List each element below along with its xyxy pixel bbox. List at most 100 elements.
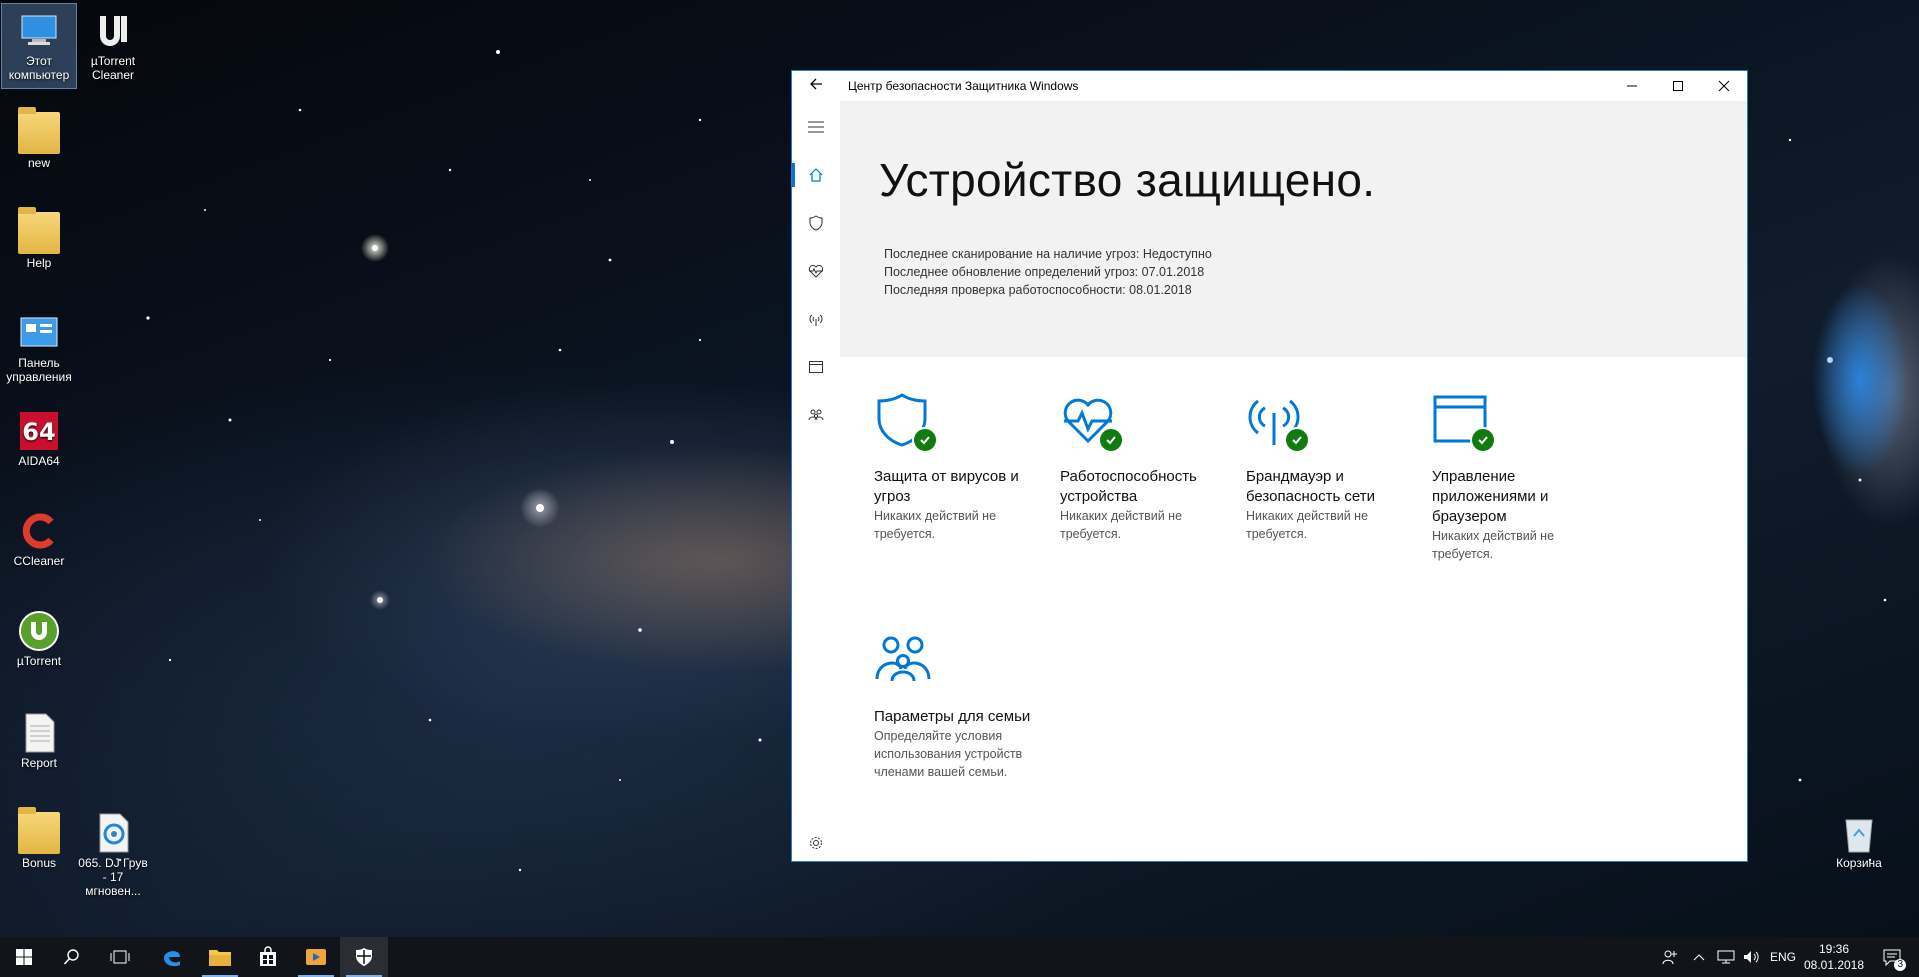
shield-icon	[874, 391, 938, 453]
desktop-icon-label: Bonus	[21, 856, 57, 870]
antenna-icon	[1246, 391, 1310, 453]
tile-description: Никаких действий не требуется.	[1246, 509, 1369, 541]
tray-network[interactable]	[1714, 937, 1738, 977]
folder-icon	[18, 807, 60, 854]
tray-volume[interactable]	[1740, 937, 1764, 977]
desktop-icon-utorrent[interactable]: µTorrent	[2, 604, 76, 668]
nav-app-browser-control[interactable]	[792, 347, 840, 387]
desktop-icon-label: new	[27, 156, 50, 170]
tile-description: Никаких действий не требуется.	[1432, 529, 1555, 561]
family-icon	[808, 409, 824, 421]
navigation-sidebar	[792, 101, 840, 861]
desktop-icon-aida64[interactable]: 64 AIDA64	[2, 404, 76, 468]
hamburger-icon	[808, 121, 824, 133]
desktop-icon-audio-file[interactable]: 065. DJ Грув - 17 мгновен...	[76, 806, 150, 898]
nav-home[interactable]	[792, 155, 840, 195]
taskbar: ENG 19:36 08.01.2018 3	[0, 937, 1919, 977]
search-button[interactable]	[48, 937, 96, 977]
document-icon	[18, 712, 60, 754]
nav-settings[interactable]	[792, 823, 840, 863]
browser-window-icon	[809, 361, 823, 373]
heart-pulse-icon	[1060, 391, 1124, 453]
shield-icon	[809, 215, 823, 231]
taskbar-media-player[interactable]	[292, 937, 340, 977]
desktop-icon-label: µTorrent	[16, 654, 62, 668]
desktop-icon-report[interactable]: Report	[2, 706, 76, 770]
desktop-icon-label: 065. DJ Грув - 17 мгновен...	[78, 856, 148, 898]
desktop-icon-ccleaner[interactable]: CCleaner	[2, 504, 76, 568]
heart-pulse-icon	[808, 264, 824, 278]
svg-text:64: 64	[22, 418, 55, 446]
gear-icon	[810, 837, 822, 849]
minimize-icon	[1627, 85, 1637, 87]
utorrent-cleaner-icon	[92, 10, 134, 52]
tile-title: Управление приложениями и браузером	[1432, 468, 1549, 525]
close-button[interactable]	[1701, 71, 1747, 101]
arrow-left-icon	[810, 78, 822, 89]
title-bar: Центр безопасности Защитника Windows	[792, 71, 1747, 101]
start-button[interactable]	[0, 937, 48, 977]
tile-title: Брандмауэр и безопасность сети	[1246, 468, 1376, 505]
close-icon	[1718, 80, 1730, 92]
desktop-icon-label: AIDA64	[18, 454, 60, 468]
clock-date: 08.01.2018	[1803, 958, 1865, 972]
desktop-icon-new[interactable]: new	[2, 106, 76, 170]
taskbar-file-explorer[interactable]	[196, 937, 244, 977]
control-panel-icon	[18, 312, 60, 354]
tray-clock[interactable]: 19:36 08.01.2018	[1800, 941, 1868, 973]
tray-show-hidden-icons[interactable]	[1688, 937, 1710, 977]
hamburger-menu-button[interactable]	[792, 107, 840, 147]
tray-action-center[interactable]: 3	[1874, 937, 1910, 977]
page-title: Устройство защищено.	[879, 154, 1376, 206]
task-view-icon	[110, 950, 130, 964]
edge-icon	[164, 951, 180, 967]
status-hero-panel: Устройство защищено. Последнее сканирова…	[840, 101, 1747, 357]
desktop-icon-label: µTorrent Cleaner	[90, 54, 136, 82]
tray-people-button[interactable]	[1656, 937, 1684, 977]
check-badge-icon	[1284, 427, 1310, 453]
maximize-icon	[1673, 81, 1683, 91]
desktop-icon-help[interactable]: Help	[2, 206, 76, 270]
nav-virus-protection[interactable]	[792, 203, 840, 243]
audio-file-icon	[92, 812, 134, 854]
clock-time: 19:36	[1818, 942, 1850, 956]
computer-icon	[18, 10, 60, 52]
nav-family-options[interactable]	[792, 395, 840, 435]
check-badge-icon	[912, 427, 938, 453]
folder-icon	[18, 207, 60, 254]
desktop-icon-recycle-bin[interactable]: Корзина	[1822, 806, 1896, 870]
tile-family-options[interactable]: Параметры для семьи Определяйте условия …	[874, 631, 1052, 781]
tile-device-health[interactable]: Работоспособность устройства Никаких дей…	[1060, 391, 1238, 543]
desktop-icon-bonus[interactable]: Bonus	[2, 806, 76, 870]
taskbar-store[interactable]	[244, 937, 292, 977]
desktop-icon-label: Report	[20, 756, 58, 770]
maximize-button[interactable]	[1655, 71, 1701, 101]
desktop-icon-label: Этот компьютер	[8, 54, 70, 82]
task-view-button[interactable]	[96, 937, 144, 977]
tile-description: Определяйте условия использования устрой…	[874, 729, 1023, 779]
tile-title: Параметры для семьи	[874, 708, 1031, 725]
desktop-icon-label: Корзина	[1836, 856, 1882, 870]
desktop-icon-utorrent-cleaner[interactable]: µTorrent Cleaner	[76, 4, 150, 82]
taskbar-security-center[interactable]	[340, 937, 388, 977]
tile-firewall[interactable]: Брандмауэр и безопасность сети Никаких д…	[1246, 391, 1424, 543]
tile-app-browser-control[interactable]: Управление приложениями и браузером Ника…	[1432, 391, 1610, 563]
tile-description: Никаких действий не требуется.	[1060, 509, 1183, 541]
folder-icon	[18, 107, 60, 154]
security-center-window: Центр безопасности Защитника Windows Уст…	[791, 70, 1748, 862]
desktop-icon-this-pc[interactable]: Этот компьютер	[1, 3, 77, 89]
minimize-button[interactable]	[1609, 71, 1655, 101]
nav-device-health[interactable]	[792, 251, 840, 291]
nav-firewall[interactable]	[792, 299, 840, 339]
home-icon	[809, 168, 823, 182]
back-button[interactable]	[792, 77, 840, 96]
store-bag-icon	[260, 946, 276, 966]
tile-virus-protection[interactable]: Защита от вирусов и угроз Никаких действ…	[874, 391, 1052, 543]
last-health-check-status: Последняя проверка работоспособности: 08…	[884, 283, 1192, 297]
tile-title: Работоспособность устройства	[1060, 468, 1197, 505]
shield-icon	[356, 948, 372, 966]
desktop-icon-control-panel[interactable]: Панель управления	[2, 306, 76, 384]
taskbar-edge[interactable]	[148, 937, 196, 977]
tile-title: Защита от вирусов и угроз	[874, 468, 1019, 505]
tray-language[interactable]: ENG	[1766, 937, 1800, 977]
